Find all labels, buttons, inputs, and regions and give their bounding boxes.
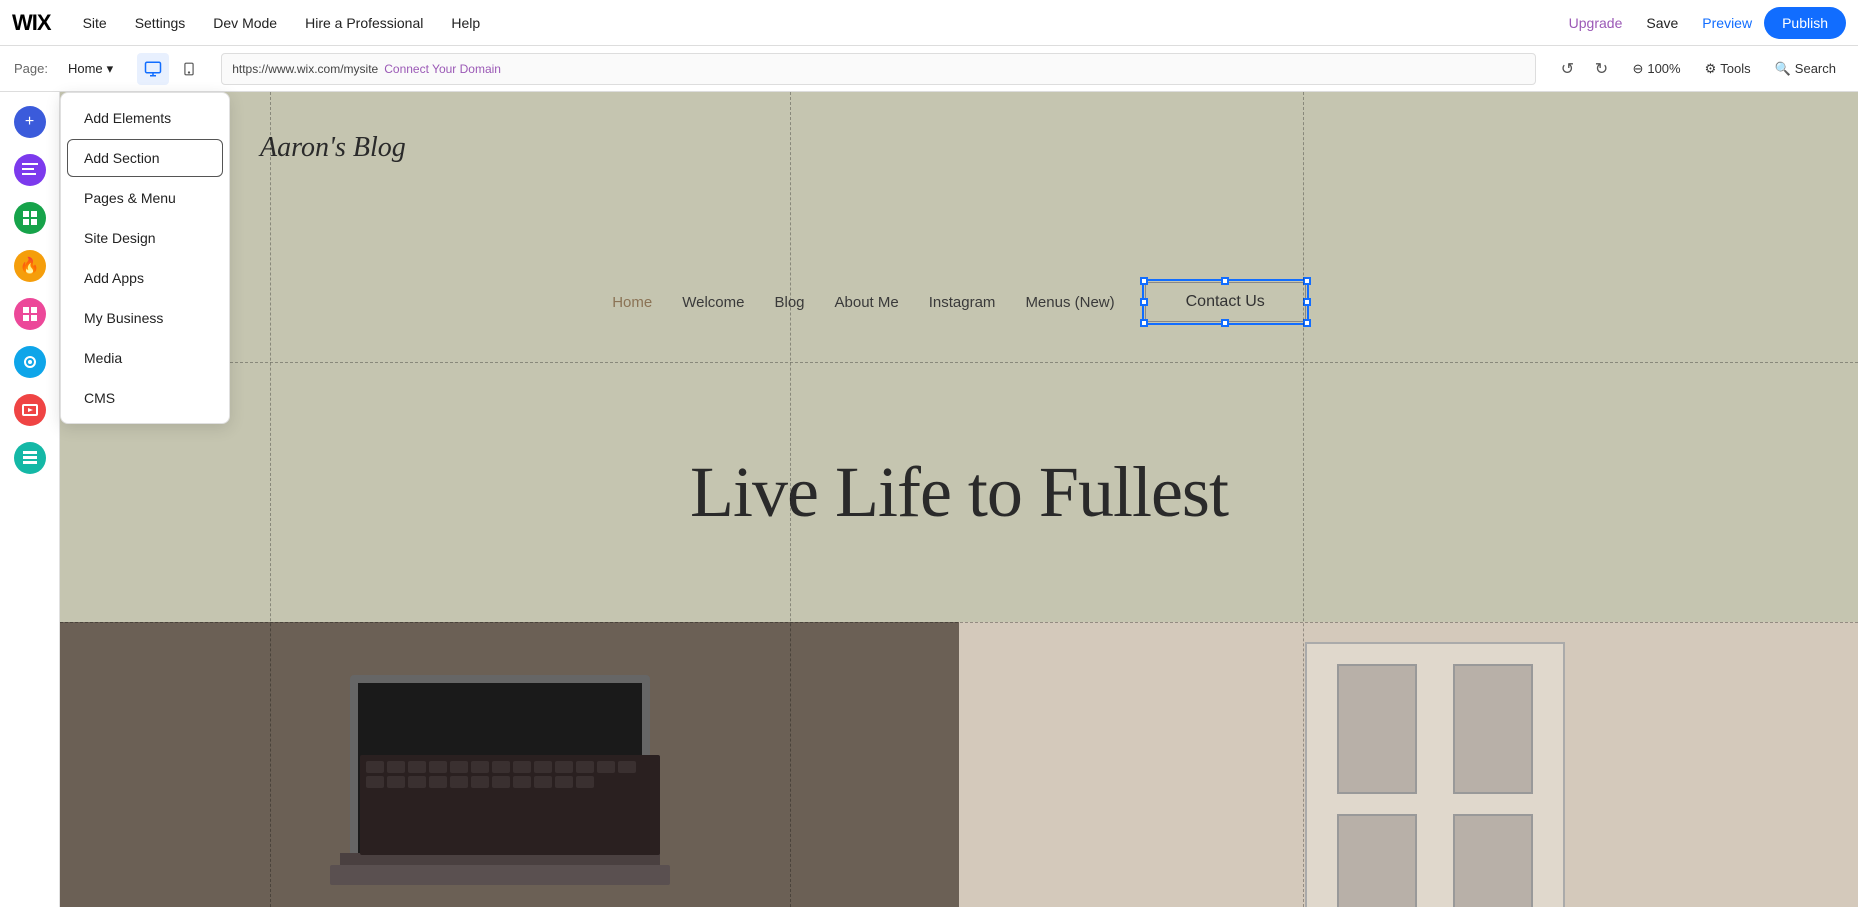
canvas-area: Aaron's Blog Home Welcome Blog About Me … [60, 92, 1858, 907]
sidebar-design[interactable]: 🔥 [8, 244, 52, 288]
apps-icon [14, 298, 46, 330]
top-bar: WIX Site Settings Dev Mode Hire a Profes… [0, 0, 1858, 46]
page-label: Page: [14, 61, 48, 76]
zoom-control[interactable]: ⊖ 100% [1624, 57, 1688, 81]
nav-home[interactable]: Home [612, 294, 652, 311]
menu-cms[interactable]: CMS [67, 379, 223, 417]
guide-line-v2 [790, 92, 791, 907]
elements-icon [14, 202, 46, 234]
sidebar-apps[interactable] [8, 292, 52, 336]
redo-button[interactable]: ↻ [1586, 54, 1616, 84]
sidebar-add[interactable]: + [8, 100, 52, 144]
contact-us-label: Contact Us [1186, 293, 1265, 310]
nav-help[interactable]: Help [437, 0, 494, 46]
nav-welcome[interactable]: Welcome [682, 294, 744, 311]
guide-line-v3 [1303, 92, 1304, 907]
mobile-view-button[interactable] [173, 53, 205, 85]
menu-media[interactable]: Media [67, 339, 223, 377]
hero-heading: Live Life to Fullest [690, 451, 1228, 534]
guide-line-h1 [60, 362, 1858, 363]
sidebar-media[interactable] [8, 388, 52, 432]
tools-button[interactable]: ⚙ Tools [1697, 57, 1759, 81]
sidebar: + 🔥 [0, 92, 60, 907]
design-icon: 🔥 [14, 250, 46, 282]
contact-us-button[interactable]: Contact Us [1145, 282, 1306, 322]
publish-button[interactable]: Publish [1764, 7, 1846, 39]
menu-my-business[interactable]: My Business [67, 299, 223, 337]
site-header: Aaron's Blog Home Welcome Blog About Me … [60, 92, 1858, 362]
cms-icon [14, 442, 46, 474]
wix-logo: WIX [12, 10, 51, 36]
add-elements-icon: + [14, 106, 46, 138]
save-button[interactable]: Save [1634, 15, 1690, 31]
sidebar-pages[interactable] [8, 148, 52, 192]
site-preview: Aaron's Blog Home Welcome Blog About Me … [60, 92, 1858, 907]
menu-add-section[interactable]: Add Section [67, 139, 223, 177]
media-icon [14, 394, 46, 426]
chevron-down-icon: ▾ [107, 61, 114, 77]
site-logo: Aaron's Blog [260, 132, 406, 164]
nav-instagram[interactable]: Instagram [929, 294, 996, 311]
nav-menus[interactable]: Menus (New) [1025, 294, 1114, 311]
photo-left [60, 622, 959, 907]
guide-line-h2 [60, 622, 1858, 623]
tools-label: Tools [1720, 61, 1750, 76]
nav-settings[interactable]: Settings [121, 0, 200, 46]
hero-section: Live Life to Fullest [60, 362, 1858, 622]
nav-about[interactable]: About Me [835, 294, 899, 311]
zoom-icon: ⊖ [1632, 61, 1643, 77]
menu-add-elements[interactable]: Add Elements [67, 99, 223, 137]
popup-menu: Add Elements Add Section Pages & Menu Si… [60, 92, 230, 424]
menu-site-design[interactable]: Site Design [67, 219, 223, 257]
undo-button[interactable]: ↺ [1552, 54, 1582, 84]
current-page: Home [68, 61, 103, 76]
sidebar-business[interactable] [8, 340, 52, 384]
handle-tm [1221, 277, 1229, 285]
desktop-icon [144, 60, 162, 78]
device-toggle [137, 53, 205, 85]
preview-button[interactable]: Preview [1690, 15, 1764, 31]
search-button[interactable]: 🔍 Search [1767, 57, 1844, 81]
site-navigation: Home Welcome Blog About Me Instagram Men… [60, 282, 1858, 322]
url-text: https://www.wix.com/mysite [232, 62, 378, 76]
undo-redo-group: ↺ ↻ [1552, 54, 1616, 84]
mobile-icon [182, 60, 196, 78]
sidebar-cms[interactable] [8, 436, 52, 480]
connect-domain-link[interactable]: Connect Your Domain [384, 62, 501, 76]
zoom-level: 100% [1647, 61, 1680, 76]
handle-lm [1140, 298, 1148, 306]
menu-pages-menu[interactable]: Pages & Menu [67, 179, 223, 217]
handle-bm [1221, 319, 1229, 327]
handle-bl [1140, 319, 1148, 327]
desktop-view-button[interactable] [137, 53, 169, 85]
search-label: Search [1795, 61, 1836, 76]
pages-icon [14, 154, 46, 186]
main-area: + 🔥 [0, 92, 1858, 907]
sidebar-elements[interactable] [8, 196, 52, 240]
page-selector[interactable]: Home ▾ [60, 57, 121, 81]
nav-site[interactable]: Site [69, 0, 121, 46]
second-bar: Page: Home ▾ https://www.wix.com/mysite … [0, 46, 1858, 92]
nav-devmode[interactable]: Dev Mode [199, 0, 291, 46]
url-bar[interactable]: https://www.wix.com/mysite Connect Your … [221, 53, 1536, 85]
photo-grid [60, 622, 1858, 907]
tools-icon: ⚙ [1705, 61, 1717, 77]
business-icon [14, 346, 46, 378]
upgrade-button[interactable]: Upgrade [1557, 15, 1635, 31]
handle-tl [1140, 277, 1148, 285]
menu-add-apps[interactable]: Add Apps [67, 259, 223, 297]
photo-right [959, 622, 1858, 907]
guide-line-v1 [270, 92, 271, 907]
search-icon: 🔍 [1775, 61, 1791, 77]
nav-hire[interactable]: Hire a Professional [291, 0, 437, 46]
